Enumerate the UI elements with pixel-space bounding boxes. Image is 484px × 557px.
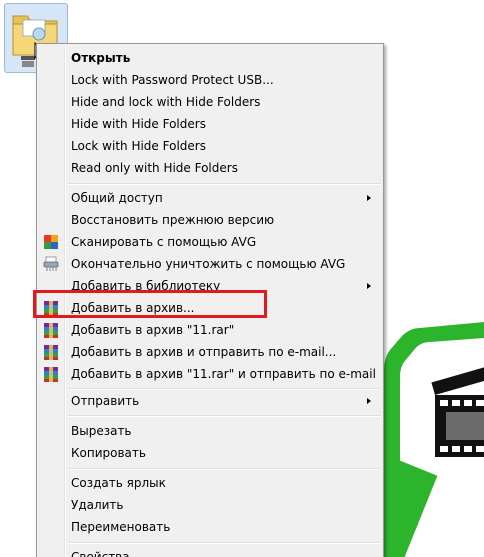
menu-item-label: Добавить в архив "11.rar" — [71, 323, 235, 337]
menu-item-label: Read only with Hide Folders — [71, 161, 238, 175]
submenu-arrow-icon — [367, 195, 371, 201]
winrar-icon — [44, 367, 58, 382]
menu-item-label: Добавить в архив и отправить по e-mail..… — [71, 345, 337, 359]
menu-item-rename[interactable]: Переименовать — [39, 516, 381, 538]
menu-item-label: Восстановить прежнюю версию — [71, 213, 275, 227]
menu-item-label: Сканировать с помощью AVG — [71, 235, 257, 249]
menu-separator — [67, 468, 381, 470]
menu-item-avg-scan[interactable]: Сканировать с помощью AVG — [39, 231, 381, 253]
menu-separator — [67, 183, 381, 185]
winrar-icon — [44, 323, 58, 338]
menu-item-send-to[interactable]: Отправить — [39, 390, 381, 412]
menu-item-label: Hide and lock with Hide Folders — [71, 95, 261, 109]
menu-item-label: Создать ярлык — [71, 476, 166, 490]
menu-item-label: Отправить — [71, 394, 140, 408]
menu-item-hide[interactable]: Hide with Hide Folders — [39, 113, 381, 135]
film-clapper-logo — [380, 322, 484, 557]
menu-separator — [67, 542, 381, 544]
menu-item-create-shortcut[interactable]: Создать ярлык — [39, 472, 381, 494]
submenu-arrow-icon — [367, 398, 371, 404]
menu-item-lock[interactable]: Lock with Hide Folders — [39, 135, 381, 157]
menu-item-restore-previous-version[interactable]: Восстановить прежнюю версию — [39, 209, 381, 231]
winrar-icon — [44, 345, 58, 360]
avg-scan-icon — [44, 235, 58, 249]
menu-item-copy[interactable]: Копировать — [39, 442, 381, 464]
menu-item-add-to-archive-11-rar[interactable]: Добавить в архив "11.rar" — [39, 319, 381, 341]
menu-item-label: Свойства — [71, 550, 130, 557]
menu-item-label: Lock with Hide Folders — [71, 139, 206, 153]
menu-item-delete[interactable]: Удалить — [39, 494, 381, 516]
menu-item-label: Hide with Hide Folders — [71, 117, 206, 131]
menu-item-lock-password-protect-usb[interactable]: Lock with Password Protect USB... — [39, 69, 381, 91]
menu-item-label: Удалить — [71, 498, 124, 512]
menu-item-label: Копировать — [71, 446, 146, 460]
menu-item-label: Переименовать — [71, 520, 171, 534]
menu-item-add-to-archive-and-email[interactable]: Добавить в архив и отправить по e-mail..… — [39, 341, 381, 363]
menu-item-properties[interactable]: Свойства — [39, 546, 381, 557]
menu-item-label: Окончательно уничтожить с помощью AVG — [71, 257, 346, 271]
menu-item-hide-and-lock[interactable]: Hide and lock with Hide Folders — [39, 91, 381, 113]
menu-item-cut[interactable]: Вырезать — [39, 420, 381, 442]
submenu-arrow-icon — [367, 283, 371, 289]
avg-shredder-icon — [43, 256, 59, 271]
menu-item-read-only[interactable]: Read only with Hide Folders — [39, 157, 381, 179]
menu-item-label: Добавить в архив "11.rar" и отправить по… — [71, 367, 376, 381]
menu-item-label: Lock with Password Protect USB... — [71, 73, 274, 87]
menu-separator — [67, 415, 381, 417]
menu-item-label: Общий доступ — [71, 191, 163, 205]
highlight-annotation — [33, 290, 267, 318]
menu-item-label: Вырезать — [71, 424, 132, 438]
menu-item-add-to-11-rar-and-email[interactable]: Добавить в архив "11.rar" и отправить по… — [39, 363, 381, 385]
menu-item-label: Открыть — [71, 51, 131, 65]
menu-item-sharing[interactable]: Общий доступ — [39, 187, 381, 209]
menu-item-open[interactable]: Открыть — [39, 47, 381, 69]
menu-item-avg-shred[interactable]: Окончательно уничтожить с помощью AVG — [39, 253, 381, 275]
